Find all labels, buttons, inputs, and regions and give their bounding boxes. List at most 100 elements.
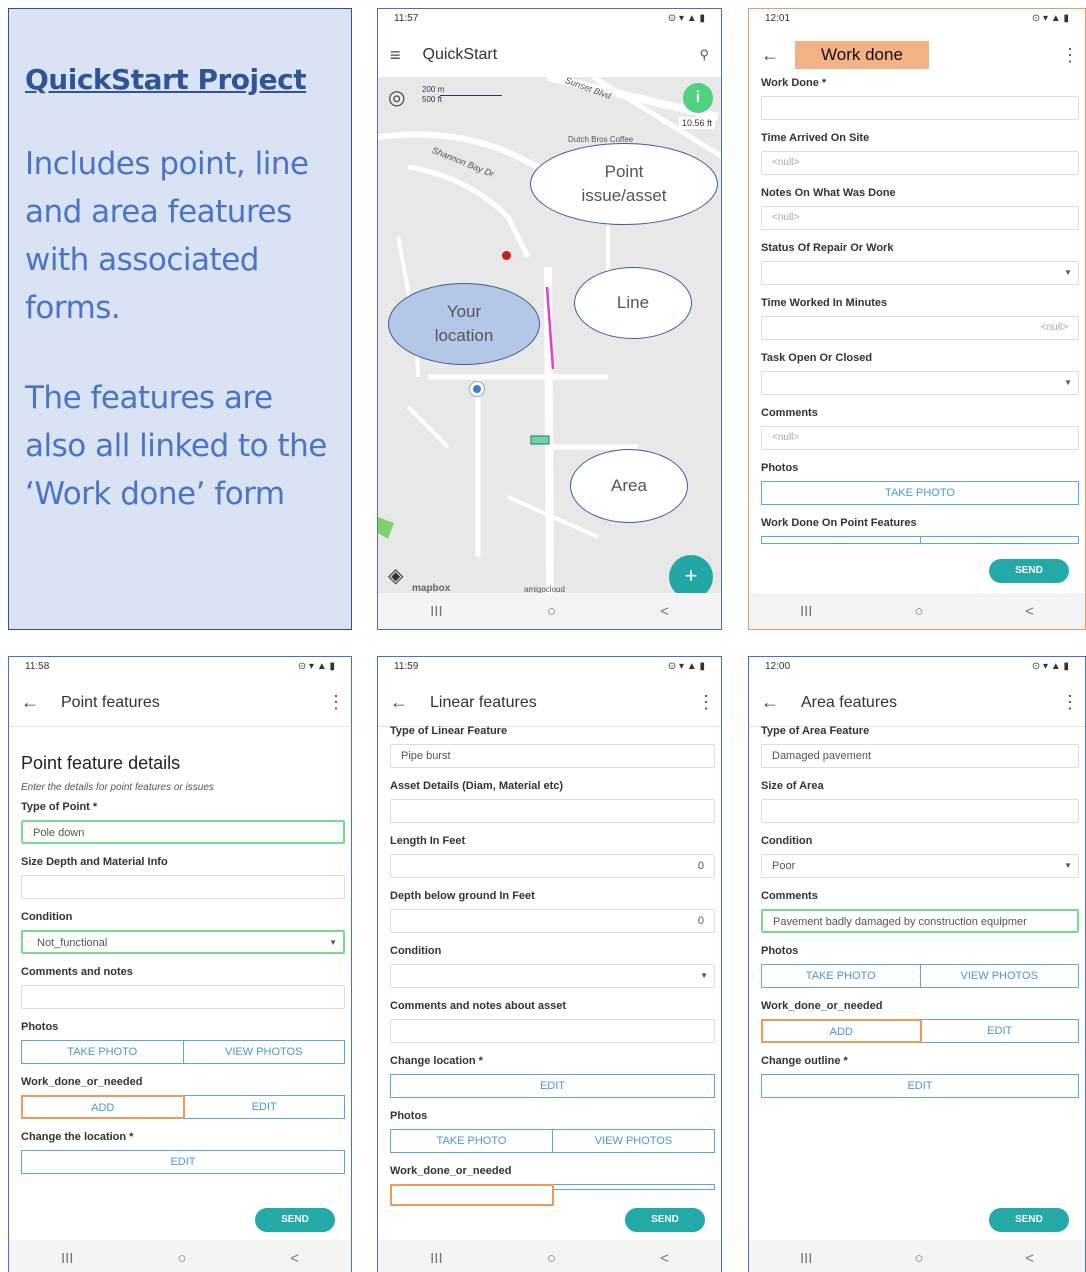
comments-input[interactable] bbox=[21, 985, 345, 1009]
more-vert-icon[interactable]: ⋮ bbox=[697, 692, 715, 713]
comments-input[interactable]: Pavement badly damaged by construction e… bbox=[761, 909, 1079, 933]
status-bar: 11:59 ⊙ ▾ ▲ ▮ bbox=[394, 661, 705, 672]
time-worked-input[interactable]: <null> bbox=[761, 316, 1079, 340]
field-label: Type of Area Feature bbox=[761, 725, 870, 737]
back-nav-icon[interactable]: < bbox=[290, 1250, 299, 1267]
asset-details-input[interactable] bbox=[390, 799, 715, 823]
take-photo-button[interactable]: TAKE PHOTO bbox=[21, 1040, 184, 1064]
back-nav-icon[interactable]: < bbox=[660, 1250, 669, 1267]
back-nav-icon[interactable]: < bbox=[1025, 1250, 1034, 1267]
view-photos-button[interactable]: VIEW PHOTOS bbox=[553, 1129, 715, 1153]
arrow-left-icon[interactable]: ← bbox=[21, 692, 47, 713]
recent-apps-icon[interactable]: III bbox=[61, 1250, 74, 1267]
field-label: Type of Point * bbox=[21, 801, 98, 813]
work-done-screen: 12:01 ⊙ ▾ ▲ ▮ ← Work done ⋮ Work Done * T… bbox=[748, 8, 1086, 630]
callout-line: Line bbox=[574, 267, 692, 339]
more-vert-icon[interactable]: ⋮ bbox=[1061, 45, 1079, 66]
task-open-select[interactable]: ▼ bbox=[761, 371, 1079, 395]
notes-input[interactable]: <null> bbox=[761, 206, 1079, 230]
dropdown-caret-icon: ▼ bbox=[1064, 378, 1072, 387]
add-button[interactable]: ADD bbox=[21, 1095, 185, 1119]
depth-input[interactable]: 0 bbox=[390, 909, 715, 933]
time-arrived-input[interactable]: <null> bbox=[761, 151, 1079, 175]
edit-button[interactable]: EDIT bbox=[184, 1095, 345, 1119]
back-nav-icon[interactable]: < bbox=[1025, 603, 1034, 620]
system-nav: III ○ < bbox=[749, 593, 1085, 629]
field-label: Work Done * bbox=[761, 77, 827, 89]
field-label: Notes On What Was Done bbox=[761, 187, 896, 199]
take-photo-button[interactable]: TAKE PHOTO bbox=[761, 481, 1079, 505]
comments-input[interactable]: <null> bbox=[761, 426, 1079, 450]
condition-select[interactable]: Poor ▼ bbox=[761, 854, 1079, 878]
add-button[interactable] bbox=[390, 1184, 554, 1206]
photos-label: Photos bbox=[761, 945, 799, 957]
scale-bar: 200 m 500 ft bbox=[422, 85, 502, 105]
home-icon[interactable]: ○ bbox=[547, 1250, 556, 1267]
send-button[interactable]: SEND bbox=[989, 1208, 1069, 1232]
size-of-area-input[interactable] bbox=[761, 799, 1079, 823]
add-button[interactable]: ADD bbox=[761, 536, 921, 544]
field-label: Asset Details (Diam, Material etc) bbox=[390, 780, 564, 792]
home-icon[interactable]: ○ bbox=[914, 603, 923, 620]
type-of-linear-input[interactable]: Pipe burst bbox=[390, 744, 715, 768]
arrow-left-icon[interactable]: ← bbox=[761, 692, 787, 713]
arrow-left-icon[interactable]: ← bbox=[761, 45, 787, 66]
edit-button[interactable] bbox=[554, 1184, 715, 1190]
view-photos-button[interactable]: VIEW PHOTOS bbox=[920, 964, 1079, 988]
home-icon[interactable]: ○ bbox=[177, 1250, 186, 1267]
more-vert-icon[interactable]: ⋮ bbox=[1061, 692, 1079, 713]
system-nav: III ○ < bbox=[378, 593, 721, 629]
edit-location-button[interactable]: EDIT bbox=[390, 1074, 715, 1098]
outline-label: Change outline * bbox=[761, 1055, 848, 1067]
back-nav-icon[interactable]: < bbox=[660, 603, 669, 620]
arrow-left-icon[interactable]: ← bbox=[390, 692, 416, 713]
work-done-label: Work_done_or_needed bbox=[390, 1165, 512, 1177]
more-vert-icon[interactable]: ⋮ bbox=[327, 692, 345, 713]
intro-text-linked: The features are also all linked to the … bbox=[25, 380, 327, 512]
info-icon[interactable]: i bbox=[683, 83, 713, 113]
hamburger-icon[interactable]: ≡ bbox=[390, 45, 401, 66]
add-button[interactable]: ADD bbox=[761, 1019, 922, 1043]
point-features-label: Work Done On Point Features bbox=[761, 517, 917, 529]
recent-apps-icon[interactable]: III bbox=[800, 603, 813, 620]
search-icon[interactable]: ⚲ bbox=[699, 47, 709, 63]
recent-apps-icon[interactable]: III bbox=[430, 1250, 443, 1267]
layers-icon[interactable]: ◈ bbox=[388, 563, 403, 588]
point-marker[interactable] bbox=[502, 251, 511, 260]
status-bar: 12:00 ⊙ ▾ ▲ ▮ bbox=[765, 661, 1069, 672]
map-view[interactable]: ◎ 200 m 500 ft i 10.56 ft Sunset Blvd Sha… bbox=[378, 75, 721, 603]
recent-apps-icon[interactable]: III bbox=[800, 1250, 813, 1267]
screen-title: Work done bbox=[795, 41, 929, 69]
locate-icon[interactable]: ◎ bbox=[388, 85, 405, 110]
length-input[interactable]: 0 bbox=[390, 854, 715, 878]
dropdown-caret-icon: ▼ bbox=[1064, 861, 1072, 870]
select-button[interactable]: SELECT bbox=[920, 536, 1079, 544]
work-done-input[interactable] bbox=[761, 96, 1079, 120]
take-photo-button[interactable]: TAKE PHOTO bbox=[390, 1129, 553, 1153]
type-of-point-input[interactable]: Pole down bbox=[21, 820, 345, 844]
send-button[interactable]: SEND bbox=[989, 559, 1069, 583]
type-of-area-input[interactable]: Damaged pavement bbox=[761, 744, 1079, 768]
status-select[interactable]: ▼ bbox=[761, 261, 1079, 285]
send-button[interactable]: SEND bbox=[625, 1208, 705, 1232]
condition-select[interactable]: Not_functional ▼ bbox=[21, 930, 345, 954]
photos-label: Photos bbox=[761, 462, 799, 474]
edit-outline-button[interactable]: EDIT bbox=[761, 1074, 1079, 1098]
app-bar: ≡ QuickStart ⚲ bbox=[378, 31, 721, 79]
home-icon[interactable]: ○ bbox=[547, 603, 556, 620]
area-form: Type of Area Feature Damaged pavement Si… bbox=[761, 723, 1079, 1108]
view-photos-button[interactable]: VIEW PHOTOS bbox=[183, 1040, 345, 1064]
map-screen: 11:57 ⊙ ▾ ▲ ▮ ≡ QuickStart ⚲ ◎ 200 m 500 f… bbox=[377, 8, 722, 630]
edit-location-button[interactable]: EDIT bbox=[21, 1150, 345, 1174]
recent-apps-icon[interactable]: III bbox=[430, 603, 443, 620]
edit-button[interactable]: EDIT bbox=[921, 1019, 1079, 1043]
comments-input[interactable] bbox=[390, 1019, 715, 1043]
home-icon[interactable]: ○ bbox=[914, 1250, 923, 1267]
send-button[interactable]: SEND bbox=[255, 1208, 335, 1232]
take-photo-button[interactable]: TAKE PHOTO bbox=[761, 964, 921, 988]
work-done-form: Work Done * Time Arrived On Site <null> … bbox=[761, 75, 1079, 554]
field-label: Depth below ground In Feet bbox=[390, 890, 535, 902]
size-depth-input[interactable] bbox=[21, 875, 345, 899]
app-bar: ← Work done ⋮ bbox=[749, 31, 1085, 79]
condition-select[interactable]: ▼ bbox=[390, 964, 715, 988]
